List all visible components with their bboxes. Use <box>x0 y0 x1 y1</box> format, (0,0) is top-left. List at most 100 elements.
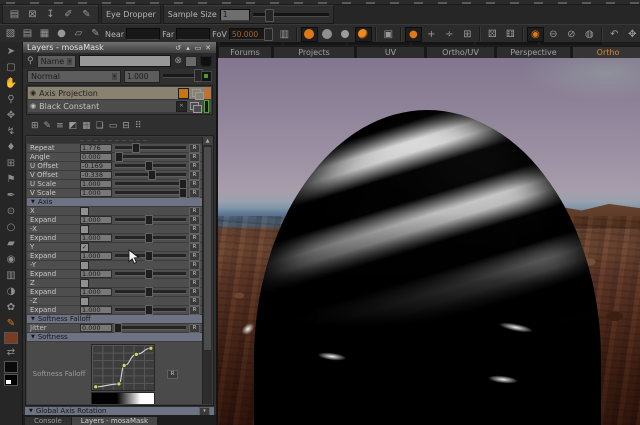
reset-button[interactable]: R <box>189 297 200 306</box>
property-value-field[interactable]: 1.776 <box>80 144 112 152</box>
lit-shading-button[interactable] <box>355 27 372 42</box>
property-slider[interactable] <box>115 182 186 186</box>
curve-control-point[interactable] <box>122 363 126 367</box>
property-value-field[interactable]: 1.000 <box>80 288 112 296</box>
brush-pickup-icon[interactable]: ✐ <box>61 8 76 22</box>
reset-button[interactable]: R <box>189 324 200 333</box>
dodge-tool[interactable]: ◉ <box>3 252 19 267</box>
viewport-tab-ortho[interactable]: Ortho <box>572 46 640 58</box>
slider-knob[interactable] <box>145 215 153 225</box>
sample-size-field[interactable]: 1 <box>220 9 250 21</box>
stamp-tool[interactable]: ○ <box>3 220 19 235</box>
show-paintable-icon[interactable]: ◉ <box>527 27 544 42</box>
slider-knob[interactable] <box>145 287 153 297</box>
slider-knob[interactable] <box>148 170 156 180</box>
property-slider[interactable] <box>115 218 186 222</box>
undo-view-icon[interactable]: ↶ <box>606 27 623 42</box>
mirror-y-icon[interactable]: ÷ <box>441 27 458 42</box>
curve-control-point[interactable] <box>149 346 153 350</box>
pattern-box-icon[interactable]: ▣ <box>380 27 397 42</box>
property-value-field[interactable]: 1.000 <box>80 189 112 197</box>
axis-checkbox[interactable] <box>80 279 89 288</box>
blur-tool[interactable]: ♦ <box>3 140 19 155</box>
property-value-field[interactable]: 0.000 <box>80 153 112 161</box>
hide-unselected-icon[interactable]: ⊖ <box>545 27 562 42</box>
property-value-field[interactable]: 1.000 <box>80 180 112 188</box>
brush-tip-icon[interactable] <box>200 56 212 67</box>
reset-button[interactable]: R <box>189 171 200 180</box>
property-value-field[interactable]: 1.000 <box>80 234 112 242</box>
add-paint-layer-icon[interactable]: ✎ <box>44 121 52 131</box>
property-value-field[interactable]: 1.000 <box>80 252 112 260</box>
property-slider[interactable] <box>115 173 186 177</box>
viewport-tab-projects[interactable]: Projects <box>273 46 355 58</box>
scatter-icon[interactable]: ⚄ <box>484 27 501 42</box>
gradient-tool[interactable]: ▥ <box>3 268 19 283</box>
import-icon[interactable]: ↧ <box>43 8 58 22</box>
layer-swatch[interactable]: ✕ <box>176 101 187 112</box>
slider-knob[interactable] <box>115 152 123 162</box>
reset-button[interactable]: R <box>189 261 200 270</box>
paint-tool[interactable]: ✎ <box>3 316 19 331</box>
curve-control-point[interactable] <box>117 381 121 385</box>
eraser-tool[interactable]: ▰ <box>3 236 19 251</box>
curve-control-point[interactable] <box>134 352 138 356</box>
layer-link-icon[interactable] <box>190 102 199 110</box>
curve-reset-button[interactable]: R <box>167 370 178 379</box>
panel-float-icon[interactable]: ▭ <box>194 44 202 52</box>
clear-search-icon[interactable]: ⊗ <box>174 56 182 66</box>
lock-indicator[interactable] <box>201 71 212 82</box>
search-input[interactable] <box>79 55 171 67</box>
close-project-icon[interactable]: ⊠ <box>25 8 40 22</box>
reset-button[interactable]: R <box>189 216 200 225</box>
paint-color-swatch[interactable] <box>4 332 18 344</box>
softness-falloff-header[interactable]: ▼ Softness Falloff <box>27 315 202 323</box>
blend-mode-dropdown[interactable]: Normal ▾ <box>27 70 121 83</box>
panel-collapse-icon[interactable]: ▴ <box>184 44 192 52</box>
swap-colors-icon[interactable]: ⇄ <box>3 345 19 360</box>
axis-checkbox[interactable] <box>80 225 89 234</box>
cube-display-icon[interactable]: ▧ <box>3 27 18 41</box>
clone-tool[interactable]: ⊙ <box>3 204 19 219</box>
axis-checkbox[interactable] <box>80 297 89 306</box>
shaded-display-icon[interactable]: ● <box>54 27 69 41</box>
reset-button[interactable]: R <box>189 162 200 171</box>
full-shading-button[interactable] <box>301 27 318 42</box>
property-value-field[interactable]: 0.000 <box>80 324 112 332</box>
viewport-tab-uv[interactable]: UV <box>356 46 425 58</box>
mirror-xy-icon[interactable]: ⊞ <box>459 27 476 42</box>
reset-button[interactable]: R <box>189 270 200 279</box>
secondary-color-swatch[interactable] <box>4 361 18 373</box>
symmetry-point-icon[interactable]: ● <box>405 27 422 42</box>
slider-knob[interactable] <box>145 305 153 315</box>
property-value-field[interactable]: -0.338 <box>80 171 112 179</box>
reset-button[interactable]: R <box>189 252 200 261</box>
property-value-field[interactable]: 1.000 <box>80 270 112 278</box>
layer-row[interactable]: ◉Black Constant✕ <box>28 100 211 112</box>
marquee-tool[interactable]: ▢ <box>3 60 19 75</box>
far-field[interactable] <box>176 28 210 40</box>
folder-icon[interactable]: ▱ <box>71 27 86 41</box>
reset-button[interactable]: R <box>189 180 200 189</box>
brush-cursor-icon[interactable]: ✎ <box>88 27 103 41</box>
sample-size-slider[interactable] <box>253 13 329 17</box>
layer-opacity-slider[interactable] <box>163 74 198 78</box>
near-field[interactable] <box>126 28 160 40</box>
panel-undo-icon[interactable]: ↺ <box>174 44 182 52</box>
3d-canvas[interactable] <box>218 58 640 425</box>
panel-close-icon[interactable]: ✕ <box>204 44 212 52</box>
add-mask-icon[interactable]: ▦ <box>82 121 91 131</box>
pin-tool[interactable]: ✒ <box>3 188 19 203</box>
viewport-tab-forums[interactable]: Forums <box>218 46 272 58</box>
paint-through-icon[interactable]: ▥ <box>276 27 293 42</box>
fov-field[interactable]: 50.000 <box>229 28 265 40</box>
transform-tool[interactable]: ✥ <box>3 108 19 123</box>
duplicate-layer-icon[interactable]: ⊟ <box>122 121 130 131</box>
property-slider[interactable] <box>115 290 186 294</box>
fov-knob[interactable] <box>264 28 273 41</box>
reset-button[interactable]: R <box>189 144 200 153</box>
slider-knob[interactable] <box>145 233 153 243</box>
global-axis-rotation-header[interactable]: ▼ Global Axis Rotation ▾ <box>25 407 214 415</box>
select-tool[interactable]: ➤ <box>3 44 19 59</box>
checker-display-icon[interactable]: ▦ <box>37 27 52 41</box>
